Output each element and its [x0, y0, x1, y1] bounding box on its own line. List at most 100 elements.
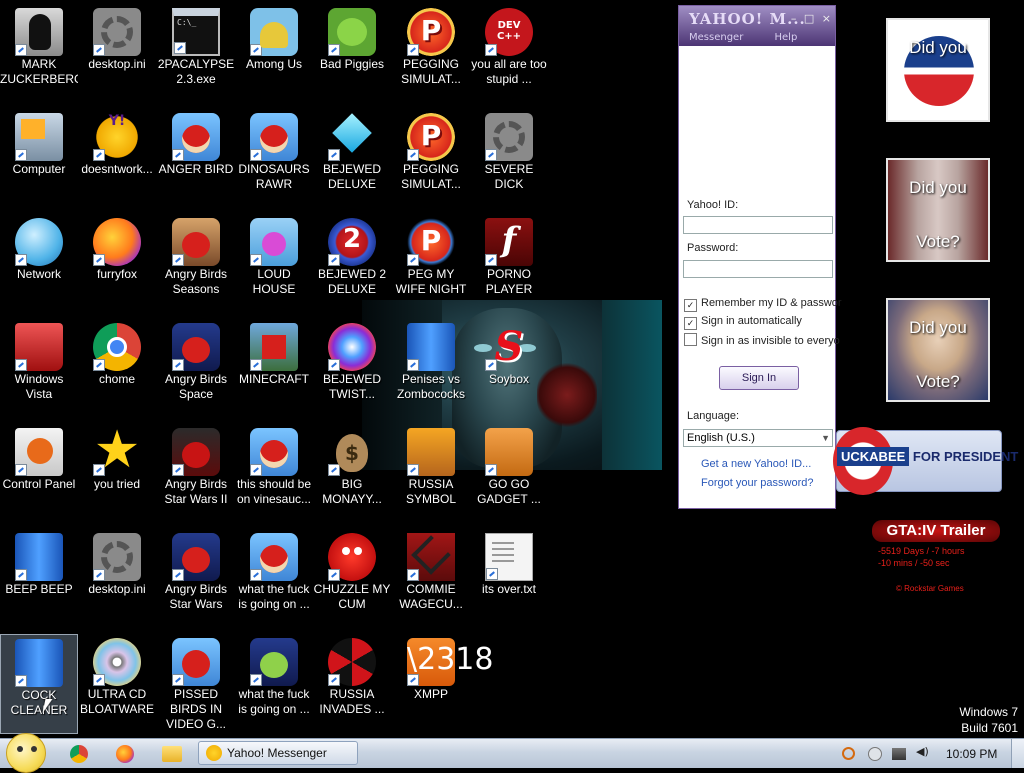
desktop-shortcut[interactable]: Windows Vista — [0, 319, 78, 419]
auto-signin-checkbox[interactable]: ✓ Sign in automatically — [684, 315, 802, 330]
did-you-vote-widget-3[interactable]: Did you Vote? — [886, 298, 990, 402]
yahoo-tray-icon[interactable] — [868, 747, 882, 761]
desktop-shortcut[interactable]: GO GO GADGET ... — [470, 424, 548, 524]
desktop-shortcut[interactable]: PORNO PLAYER — [470, 214, 548, 314]
desktop-shortcut[interactable]: DINOSAURS RAWR — [235, 109, 313, 209]
desktop-shortcut[interactable]: Angry Birds Star Wars II — [157, 424, 235, 524]
get-new-id-link[interactable]: Get a new Yahoo! ID... — [701, 458, 811, 470]
shortcut-arrow-icon — [172, 149, 184, 161]
desktop-shortcut[interactable]: desktop.ini — [78, 4, 156, 104]
desktop-shortcut[interactable]: Among Us — [235, 4, 313, 104]
close-button[interactable]: × — [822, 12, 831, 25]
menu-messenger[interactable]: Messenger — [689, 32, 743, 43]
peg-my-wife-icon — [407, 218, 455, 266]
desktop-shortcut[interactable]: CHUZZLE MY CUM — [313, 529, 391, 629]
desktop-shortcut[interactable]: BEEP BEEP — [0, 529, 78, 629]
desktop-shortcut[interactable]: BEJEWED DELUXE — [313, 109, 391, 209]
desktop-shortcut[interactable]: COCK CLEANER — [0, 634, 78, 734]
desktop-shortcut[interactable]: Computer — [0, 109, 78, 209]
start-button[interactable] — [6, 733, 46, 773]
desktop-shortcut[interactable]: LOUD HOUSE — [235, 214, 313, 314]
desktop-shortcut[interactable]: Angry Birds Star Wars — [157, 529, 235, 629]
desktop-shortcut[interactable]: MINECRAFT — [235, 319, 313, 419]
desktop-shortcut[interactable]: RUSSIA SYMBOL — [392, 424, 470, 524]
desktop-shortcut[interactable]: Bad Piggies — [313, 4, 391, 104]
cock-cleaner-icon — [15, 639, 63, 687]
desktop-shortcut[interactable]: ULTRA CD BLOATWARE — [78, 634, 156, 734]
desktop-shortcut[interactable]: Penises vs Zombococks — [392, 319, 470, 419]
desktop-shortcut[interactable]: MARK ZUCKERBERG — [0, 4, 78, 104]
desktop-shortcut-label: PEG MY WIFE NIGHT — [395, 267, 467, 296]
desktop-shortcut[interactable]: 2PACALYPSE 2.3.exe — [157, 4, 235, 104]
taskbar-clock[interactable]: 10:09 PM — [946, 747, 997, 761]
network-tray-icon[interactable] — [892, 748, 906, 760]
desktop-shortcut[interactable]: PEG MY WIFE NIGHT — [392, 214, 470, 314]
auto-check-icon[interactable]: ✓ — [684, 317, 697, 330]
windows-vista-icon — [15, 323, 63, 371]
remember-checkbox[interactable]: ✓ Remember my ID & passwor — [684, 297, 842, 312]
invisible-checkbox[interactable]: Sign in as invisible to everyo — [684, 333, 840, 347]
desktop-shortcut[interactable]: doesntwork... — [78, 109, 156, 209]
maximize-button[interactable]: □ — [804, 12, 814, 25]
huckabee-banner[interactable]: UCKABEE FOR PRESIDENT — [833, 427, 1018, 495]
forgot-password-link[interactable]: Forgot your password? — [701, 477, 814, 489]
desktop-shortcut[interactable]: SEVERE DICK — [470, 109, 548, 209]
chrome-taskbar-icon[interactable] — [70, 745, 88, 763]
yahoo-messenger-window[interactable]: YAHOO! M... Messenger Help – □ × Yahoo! … — [678, 5, 842, 509]
gta-countdown-widget[interactable]: GTA:IV Trailer -5519 Days / -7 hours -10… — [870, 518, 1010, 600]
language-select[interactable]: English (U.S.) ▼ — [683, 429, 833, 447]
desktop-shortcut[interactable]: this should be on vinesauc... — [235, 424, 313, 524]
shortcut-arrow-icon — [15, 254, 27, 266]
dinosaurs-rawr-icon — [250, 113, 298, 161]
shortcut-arrow-icon — [250, 569, 262, 581]
desktop-shortcut[interactable]: furryfox — [78, 214, 156, 314]
did-you-vote-widget-1[interactable]: Did you — [886, 18, 990, 122]
desktop-shortcut[interactable]: PISSED BIRDS IN VIDEO G... — [157, 634, 235, 734]
desktop-shortcut[interactable]: Angry Birds Space — [157, 319, 235, 419]
desktop-shortcut[interactable]: BEJEWED 2 DELUXE — [313, 214, 391, 314]
minimize-button[interactable]: – — [791, 12, 797, 25]
desktop-shortcut[interactable]: XMPP — [392, 634, 470, 734]
desktop-shortcut[interactable]: Network — [0, 214, 78, 314]
desktop-shortcut[interactable]: ANGER BIRD — [157, 109, 235, 209]
desktop-shortcut[interactable]: BEJEWED TWIST... — [313, 319, 391, 419]
volume-tray-icon[interactable] — [916, 745, 930, 761]
sign-in-button[interactable]: Sign In — [719, 366, 799, 390]
password-input[interactable] — [683, 260, 833, 278]
desktop-shortcut[interactable]: PEGGING SIMULAT... — [392, 109, 470, 209]
did-you-vote-widget-2[interactable]: Did you Vote? — [886, 158, 990, 262]
search-tray-icon[interactable] — [842, 747, 855, 760]
soybox-icon — [485, 323, 533, 371]
desktop-shortcut-label: its over.txt — [481, 582, 537, 596]
desktop-shortcut[interactable]: Control Panel — [0, 424, 78, 524]
yahoo-id-input[interactable] — [683, 216, 833, 234]
yahoo-messenger-task[interactable]: Yahoo! Messenger — [198, 741, 358, 765]
desktop-shortcut[interactable]: chome — [78, 319, 156, 419]
did-you-text-3: Did you — [909, 318, 967, 337]
desktop-shortcut[interactable]: Soybox — [470, 319, 548, 419]
desktop-shortcut[interactable]: you all are too stupid ... — [470, 4, 548, 104]
desktop-shortcut[interactable]: its over.txt — [470, 529, 548, 629]
show-desktop-button[interactable] — [1011, 739, 1024, 768]
desktop-ini-icon — [93, 8, 141, 56]
desktop-shortcut[interactable]: Angry Birds Seasons — [157, 214, 235, 314]
firefox-icon — [93, 218, 141, 266]
desktop-shortcut[interactable]: you tried — [78, 420, 156, 524]
desktop-shortcut[interactable]: what the fuck is going on ... — [235, 529, 313, 629]
desktop-shortcut[interactable]: BIG MONAYY... — [313, 424, 391, 524]
desktop-shortcut[interactable]: PEGGING SIMULAT... — [392, 4, 470, 104]
explorer-taskbar-icon[interactable] — [162, 746, 182, 762]
desktop-shortcut[interactable]: RUSSIA INVADES ... — [313, 634, 391, 734]
shortcut-arrow-icon — [486, 568, 498, 580]
firefox-taskbar-icon[interactable] — [116, 745, 134, 763]
desktop-shortcut[interactable]: desktop.ini — [78, 529, 156, 629]
menu-help[interactable]: Help — [775, 32, 798, 43]
desktop-shortcut-label: what the fuck is going on ... — [238, 582, 310, 611]
shortcut-arrow-icon — [328, 44, 340, 56]
desktop-shortcut[interactable]: what the fuck is going on ... — [235, 634, 313, 734]
remember-check-icon[interactable]: ✓ — [684, 299, 697, 312]
invisible-check-icon[interactable] — [684, 333, 697, 346]
dropdown-arrow-icon[interactable]: ▼ — [821, 430, 830, 446]
desktop-shortcut[interactable]: COMMIE WAGECU... — [392, 529, 470, 629]
window-titlebar[interactable]: YAHOO! M... Messenger Help – □ × — [679, 6, 835, 46]
